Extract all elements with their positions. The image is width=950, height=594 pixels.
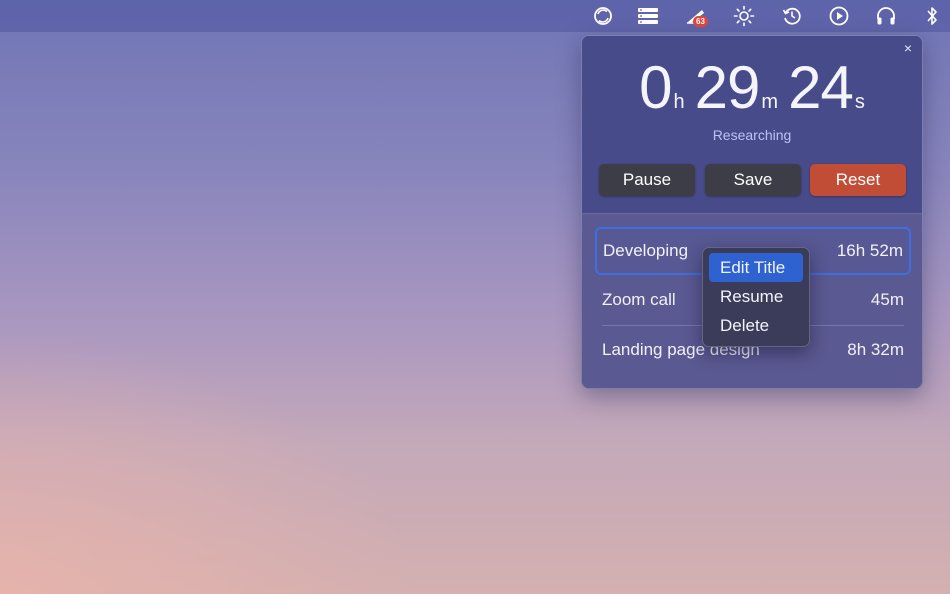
brightness-icon[interactable] — [732, 4, 756, 28]
timer-seconds-unit: s — [854, 91, 865, 113]
save-button[interactable]: Save — [705, 164, 801, 196]
timer-minutes: 29 — [694, 54, 761, 121]
close-button[interactable]: × — [900, 40, 916, 56]
entry-title: Zoom call — [602, 290, 676, 309]
stack-icon[interactable] — [636, 4, 660, 28]
app-badge-icon[interactable]: 63 — [684, 4, 708, 28]
menu-bar: 63 — [0, 0, 950, 32]
timer-minutes-unit: m — [761, 91, 779, 113]
timer-hours-unit: h — [673, 91, 685, 113]
menu-item-resume[interactable]: Resume — [709, 282, 803, 311]
elapsed-time-display: 0 h 29 m 24 s — [582, 56, 922, 120]
timer-panel: × 0 h 29 m 24 s Researching Pause Save R… — [582, 36, 922, 213]
entry-duration: 8h 32m — [847, 340, 904, 359]
notification-badge: 63 — [693, 16, 708, 27]
bluetooth-icon[interactable] — [920, 4, 944, 28]
reset-button[interactable]: Reset — [810, 164, 906, 196]
history-icon[interactable] — [780, 4, 804, 28]
timer-seconds: 24 — [788, 54, 854, 121]
menu-item-delete[interactable]: Delete — [709, 311, 803, 340]
sync-circle-icon[interactable] — [591, 4, 615, 28]
menu-item-edit-title[interactable]: Edit Title — [709, 253, 803, 282]
entry-duration: 16h 52m — [836, 241, 903, 260]
close-icon: × — [903, 40, 913, 56]
pause-button[interactable]: Pause — [599, 164, 695, 196]
context-menu: Edit Title Resume Delete — [702, 247, 810, 347]
play-circle-icon[interactable] — [827, 4, 851, 28]
entry-title: Developing — [603, 241, 689, 260]
current-activity-label[interactable]: Researching — [582, 127, 922, 143]
headphones-icon[interactable] — [874, 4, 898, 28]
entry-duration: 45m — [870, 290, 904, 309]
timer-hours: 0 — [639, 54, 672, 121]
desktop-background — [0, 334, 420, 594]
